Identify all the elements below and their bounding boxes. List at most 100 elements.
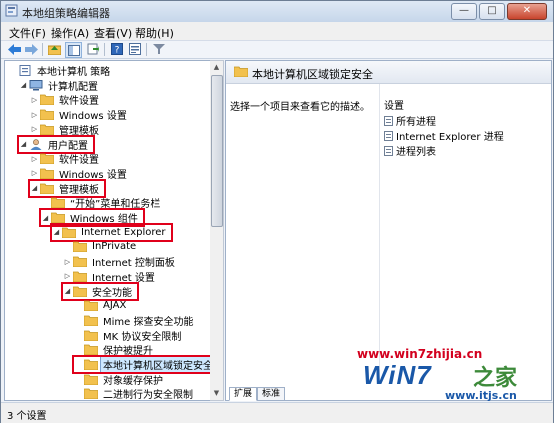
- expand-arrow-icon[interactable]: ▷: [63, 272, 72, 280]
- settings-column-header[interactable]: 设置: [384, 97, 404, 112]
- expand-arrow-icon[interactable]: ▷: [30, 155, 39, 163]
- tree-node-label: Internet 控制面板: [92, 258, 175, 270]
- folder-icon: [39, 153, 55, 165]
- menu-help[interactable]: 帮助(H): [135, 25, 174, 41]
- tree-node[interactable]: 保护被提升: [74, 342, 155, 357]
- properties-icon[interactable]: [127, 42, 142, 56]
- up-folder-icon[interactable]: [47, 42, 62, 56]
- collapse-arrow-icon[interactable]: ◢: [41, 214, 50, 222]
- tree-node[interactable]: ◢ Internet Explorer: [50, 222, 173, 242]
- tree-node-label: 管理模板: [59, 184, 99, 196]
- setting-icon: [384, 130, 393, 141]
- folder-icon: [83, 315, 99, 327]
- maximize-button[interactable]: □: [479, 3, 505, 20]
- folder-icon: [72, 271, 88, 283]
- scroll-down-icon[interactable]: ▼: [212, 389, 221, 398]
- menu-file[interactable]: 文件(F): [9, 25, 46, 41]
- minimize-button[interactable]: —: [451, 3, 477, 20]
- tree-node-label: 管理模板: [59, 125, 99, 137]
- tree-node[interactable]: InPrivate: [63, 239, 138, 254]
- setting-item[interactable]: 所有进程: [384, 113, 436, 128]
- tree-node[interactable]: 二进制行为安全限制: [74, 386, 195, 401]
- expand-arrow-icon[interactable]: ▷: [30, 169, 39, 177]
- tree-node[interactable]: ◢ Windows 组件: [39, 208, 145, 227]
- tree-node-label: 对象缓存保护: [103, 375, 163, 387]
- tree-node-label: 二进制行为安全限制: [103, 390, 193, 401]
- tree-node[interactable]: Mime 探查安全功能: [74, 313, 195, 328]
- tree-node[interactable]: ▷ Windows 设置: [30, 166, 129, 181]
- tree-node-label: 计算机配置: [48, 81, 98, 93]
- tree-node[interactable]: ▷ 管理模板: [30, 122, 101, 137]
- forward-icon[interactable]: [24, 42, 39, 56]
- back-icon[interactable]: [7, 42, 22, 56]
- collapse-arrow-icon[interactable]: ◢: [30, 184, 39, 192]
- tree-node-label: Windows 设置: [59, 111, 127, 123]
- tree-node-label: Windows 组件: [70, 214, 138, 225]
- setting-icon: [384, 115, 393, 126]
- tree-node[interactable]: ▷ 软件设置: [30, 151, 101, 166]
- collapse-arrow-icon[interactable]: ◢: [19, 81, 28, 89]
- menu-bar: 文件(F) 操作(A) 查看(V) 帮助(H): [1, 22, 553, 41]
- tree-node[interactable]: ◢ 用户配置: [17, 134, 95, 154]
- policy-icon: [18, 65, 32, 76]
- folder-icon: [50, 212, 66, 224]
- collapse-arrow-icon[interactable]: ◢: [19, 140, 28, 148]
- setting-icon: [384, 145, 393, 156]
- folder-icon: [83, 344, 99, 356]
- scroll-up-icon[interactable]: ▲: [212, 63, 221, 72]
- details-header: 本地计算机区域锁定安全: [226, 61, 551, 84]
- setting-item[interactable]: 进程列表: [384, 143, 436, 158]
- tree-node[interactable]: ◢ 计算机配置: [19, 78, 100, 93]
- export-list-icon[interactable]: [85, 42, 100, 56]
- expand-arrow-icon[interactable]: ▷: [30, 125, 39, 133]
- view-tabs: 扩展 标准: [225, 387, 345, 401]
- folder-icon: [39, 183, 55, 194]
- expand-arrow-icon[interactable]: ▷: [30, 111, 39, 119]
- show-hide-tree-icon[interactable]: [65, 42, 82, 58]
- tree-node[interactable]: 对象缓存保护: [74, 372, 165, 387]
- folder-icon: [72, 286, 88, 297]
- collapse-arrow-icon[interactable]: ◢: [63, 287, 72, 295]
- tree-node-label: 保护被提升: [103, 346, 153, 358]
- svg-text:?: ?: [114, 46, 119, 56]
- collapse-arrow-icon[interactable]: ◢: [52, 228, 61, 236]
- tree-node[interactable]: AJAX: [74, 298, 128, 313]
- tab-standard[interactable]: 标准: [257, 387, 286, 401]
- toolbar: ?: [1, 41, 553, 59]
- user-icon: [29, 138, 43, 150]
- status-bar: 3 个设置: [1, 402, 553, 423]
- tree-node-label: Mime 探查安全功能: [103, 316, 194, 328]
- details-pane: 本地计算机区域锁定安全 选择一个项目来查看它的描述。 设置 所有进程 Inter…: [225, 60, 552, 401]
- menu-action[interactable]: 操作(A): [51, 25, 89, 41]
- tree-node-label: 用户配置: [48, 140, 88, 152]
- tree-node-label: AJAX: [103, 300, 127, 312]
- scroll-thumb[interactable]: [211, 75, 223, 227]
- tree-scrollbar[interactable]: ▲ ▼: [210, 60, 224, 401]
- computer-icon: [29, 79, 43, 91]
- menu-view[interactable]: 查看(V): [94, 25, 132, 41]
- description-text: 选择一个项目来查看它的描述。: [230, 102, 370, 113]
- status-text: 3 个设置: [7, 411, 47, 422]
- tree-node[interactable]: “开始”菜单和任务栏: [41, 195, 162, 210]
- tree-node[interactable]: ▷ Windows 设置: [30, 107, 129, 122]
- tree-node[interactable]: ▷ Internet 控制面板: [63, 254, 177, 269]
- filter-icon[interactable]: [151, 42, 166, 56]
- folder-icon: [83, 330, 99, 341]
- tree-node[interactable]: 本地计算机区域锁定安全: [72, 355, 211, 374]
- expand-arrow-icon[interactable]: ▷: [63, 258, 72, 266]
- close-button[interactable]: ✕: [507, 3, 547, 20]
- tree-node[interactable]: 本地计算机 策略: [8, 63, 112, 78]
- tree-node[interactable]: ▷ 软件设置: [30, 92, 101, 107]
- tree-node-label: Windows 设置: [59, 169, 127, 181]
- details-title: 本地计算机区域锁定安全: [252, 68, 373, 81]
- help-icon[interactable]: ?: [109, 42, 124, 56]
- tree-node[interactable]: ◢ 安全功能: [61, 281, 139, 301]
- tab-extended[interactable]: 扩展: [229, 387, 258, 401]
- tree-node-label: 软件设置: [59, 155, 99, 167]
- folder-icon: [83, 300, 99, 312]
- tree-node[interactable]: ◢ 管理模板: [28, 178, 106, 198]
- tree-node[interactable]: MK 协议安全限制: [74, 328, 183, 343]
- expand-arrow-icon[interactable]: ▷: [30, 96, 39, 104]
- tree-node[interactable]: ▷ Internet 设置: [63, 269, 157, 284]
- setting-item[interactable]: Internet Explorer 进程: [384, 128, 504, 143]
